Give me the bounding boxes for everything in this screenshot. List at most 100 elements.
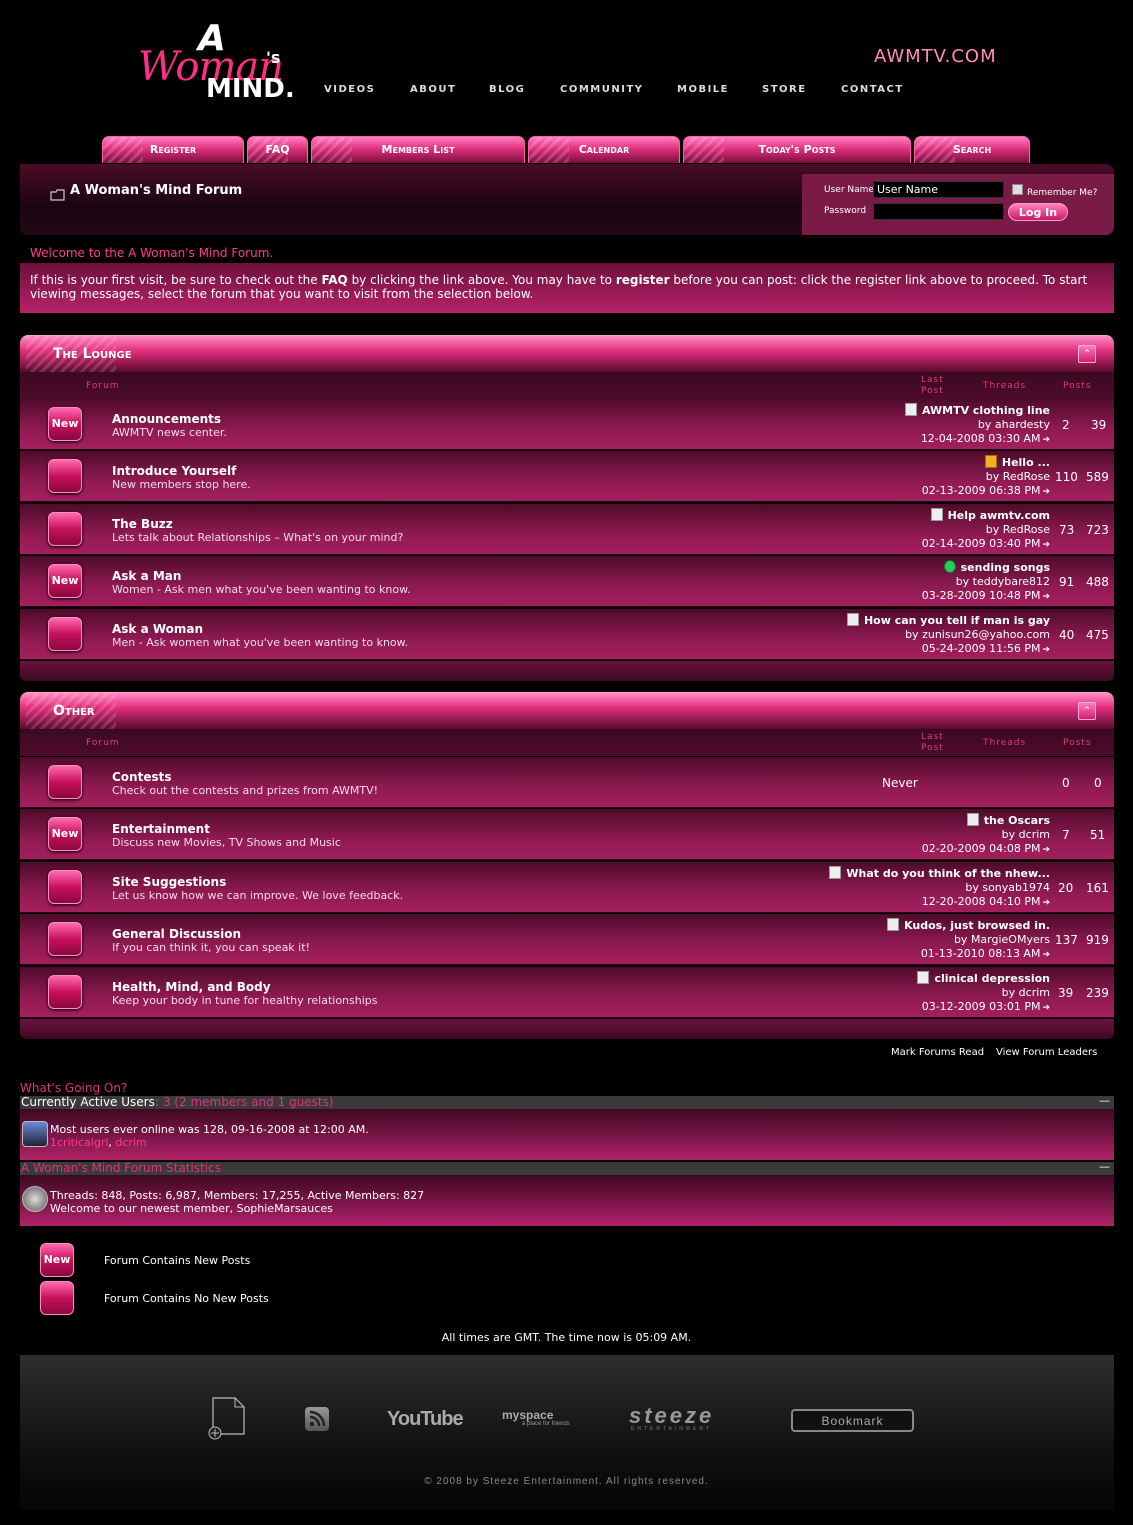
last-post-title[interactable]: How can you tell if man is gay [864,614,1050,627]
last-post-title[interactable]: clinical depression [934,972,1050,985]
bookmark-button[interactable]: Bookmark [791,1409,914,1432]
last-post-by[interactable]: by teddybare812 [956,575,1050,588]
last-post-by[interactable]: by sonyab1974 [965,881,1050,894]
last-post-by[interactable]: by RedRose [986,523,1050,536]
go-to-post-icon[interactable]: ➔ [1042,592,1050,602]
online-user-link[interactable]: dcrim [115,1136,146,1149]
no-new-posts-icon[interactable] [48,617,82,651]
go-to-post-icon[interactable]: ➔ [1042,1003,1050,1013]
no-new-posts-icon[interactable] [48,459,82,493]
col-last-post-2[interactable]: Post [921,743,944,753]
forum-title[interactable]: General Discussion [112,927,241,941]
last-post-by[interactable]: by dcrim [1002,986,1050,999]
last-post-by[interactable]: by MargieOMyers [954,933,1050,946]
category-title[interactable]: Other [53,703,95,719]
folder-icon[interactable] [50,186,66,201]
forum-title[interactable]: Ask a Woman [112,622,203,636]
go-to-post-icon[interactable]: ➔ [1042,845,1050,855]
go-to-post-icon[interactable]: ➔ [1042,898,1050,908]
last-post-title[interactable]: Kudos, just browsed in. [904,919,1050,932]
last-post-title[interactable]: sending songs [961,561,1050,574]
last-post-by[interactable]: by zunisun26@yahoo.com [905,628,1050,641]
last-post-by[interactable]: by dcrim [1002,828,1050,841]
col-posts[interactable]: Posts [1063,738,1092,748]
rss-icon[interactable] [305,1407,329,1431]
forum-row: New Announcements AWMTV news center. AWM… [20,399,1114,450]
nav-community[interactable]: COMMUNITY [560,84,644,95]
col-posts[interactable]: Posts [1063,381,1092,391]
forum-title[interactable]: Ask a Man [112,569,181,583]
tab-faq[interactable]: FAQ [247,136,308,163]
new-posts-icon[interactable]: New [48,407,82,441]
tab-members-list[interactable]: Members List [311,136,525,163]
login-button[interactable]: Log In [1008,203,1068,221]
forum-row: New Ask a Man Women - Ask men what you'v… [20,556,1114,607]
go-to-post-icon[interactable]: ➔ [1042,645,1050,655]
site-logo[interactable]: A Woman 's MIND. [138,18,308,104]
forum-title[interactable]: Contests [112,770,172,784]
tab-calendar[interactable]: Calendar [528,136,680,163]
col-threads[interactable]: Threads [983,738,1026,748]
minimize-icon[interactable]: — [1099,1160,1110,1173]
forum-title[interactable]: Announcements [112,412,221,426]
last-post-by[interactable]: by RedRose [986,470,1050,483]
forum-title[interactable]: The Buzz [112,517,173,531]
site-name[interactable]: AWMTV.COM [874,46,997,67]
col-forum[interactable]: Forum [86,381,120,391]
category-title[interactable]: The Lounge [53,346,132,362]
last-post-title[interactable]: AWMTV clothing line [922,404,1050,417]
new-posts-icon[interactable]: New [48,564,82,598]
last-post-title[interactable]: What do you think of the nhew... [846,867,1050,880]
forum-title[interactable]: Introduce Yourself [112,464,236,478]
col-forum[interactable]: Forum [86,738,120,748]
nav-blog[interactable]: BLOG [489,84,525,95]
faq-link[interactable]: FAQ [321,273,347,287]
username-input[interactable] [873,181,1004,198]
col-last-post[interactable]: Last [921,375,944,385]
active-users-label[interactable]: Currently Active Users [21,1095,155,1109]
nav-contact[interactable]: CONTACT [841,84,904,95]
tab-search[interactable]: Search [914,136,1030,163]
forum-title[interactable]: Site Suggestions [112,875,226,889]
new-document-icon[interactable] [207,1396,247,1440]
last-post-title[interactable]: the Oscars [984,814,1050,827]
youtube-logo[interactable]: YouTube [387,1408,464,1431]
nav-about[interactable]: ABOUT [410,84,456,95]
nav-store[interactable]: STORE [762,84,807,95]
no-new-posts-icon[interactable] [48,870,82,904]
myspace-logo[interactable]: myspace [502,1408,553,1422]
collapse-icon[interactable]: ⌃ [1078,345,1096,363]
last-post-title[interactable]: Help awmtv.com [948,509,1050,522]
go-to-post-icon[interactable]: ➔ [1042,540,1050,550]
no-new-posts-icon[interactable] [48,975,82,1009]
remember-checkbox[interactable] [1012,184,1023,195]
breadcrumb-title[interactable]: A Woman's Mind Forum [70,183,242,198]
password-input[interactable] [873,203,1004,220]
last-post-title[interactable]: Hello ... [1002,456,1050,469]
go-to-post-icon[interactable]: ➔ [1042,435,1050,445]
col-last-post[interactable]: Last [921,732,944,742]
new-posts-icon[interactable]: New [48,817,82,851]
minimize-icon[interactable]: — [1099,1094,1110,1107]
forum-title[interactable]: Health, Mind, and Body [112,980,271,994]
forum-title[interactable]: Entertainment [112,822,210,836]
go-to-post-icon[interactable]: ➔ [1042,950,1050,960]
last-post-by[interactable]: by ahardesty [978,418,1050,431]
stats-title[interactable]: A Woman's Mind Forum Statistics [21,1161,221,1175]
go-to-post-icon[interactable]: ➔ [1042,487,1050,497]
col-last-post-2[interactable]: Post [921,386,944,396]
no-new-posts-icon[interactable] [48,765,82,799]
col-threads[interactable]: Threads [983,381,1026,391]
view-forum-leaders-link[interactable]: View Forum Leaders [996,1047,1097,1058]
nav-mobile[interactable]: MOBILE [677,84,729,95]
mark-forums-read-link[interactable]: Mark Forums Read [891,1047,984,1058]
tab-register[interactable]: Register [102,136,244,163]
thread-count: 137 [1055,933,1078,947]
no-new-posts-icon[interactable] [48,512,82,546]
collapse-icon[interactable]: ⌃ [1078,702,1096,720]
tab-todays-posts[interactable]: Today's Posts [683,136,911,163]
nav-videos[interactable]: VIDEOS [324,84,375,95]
online-user-link[interactable]: 1criticalgrl [50,1136,108,1149]
register-link[interactable]: register [616,273,670,287]
no-new-posts-icon[interactable] [48,922,82,956]
